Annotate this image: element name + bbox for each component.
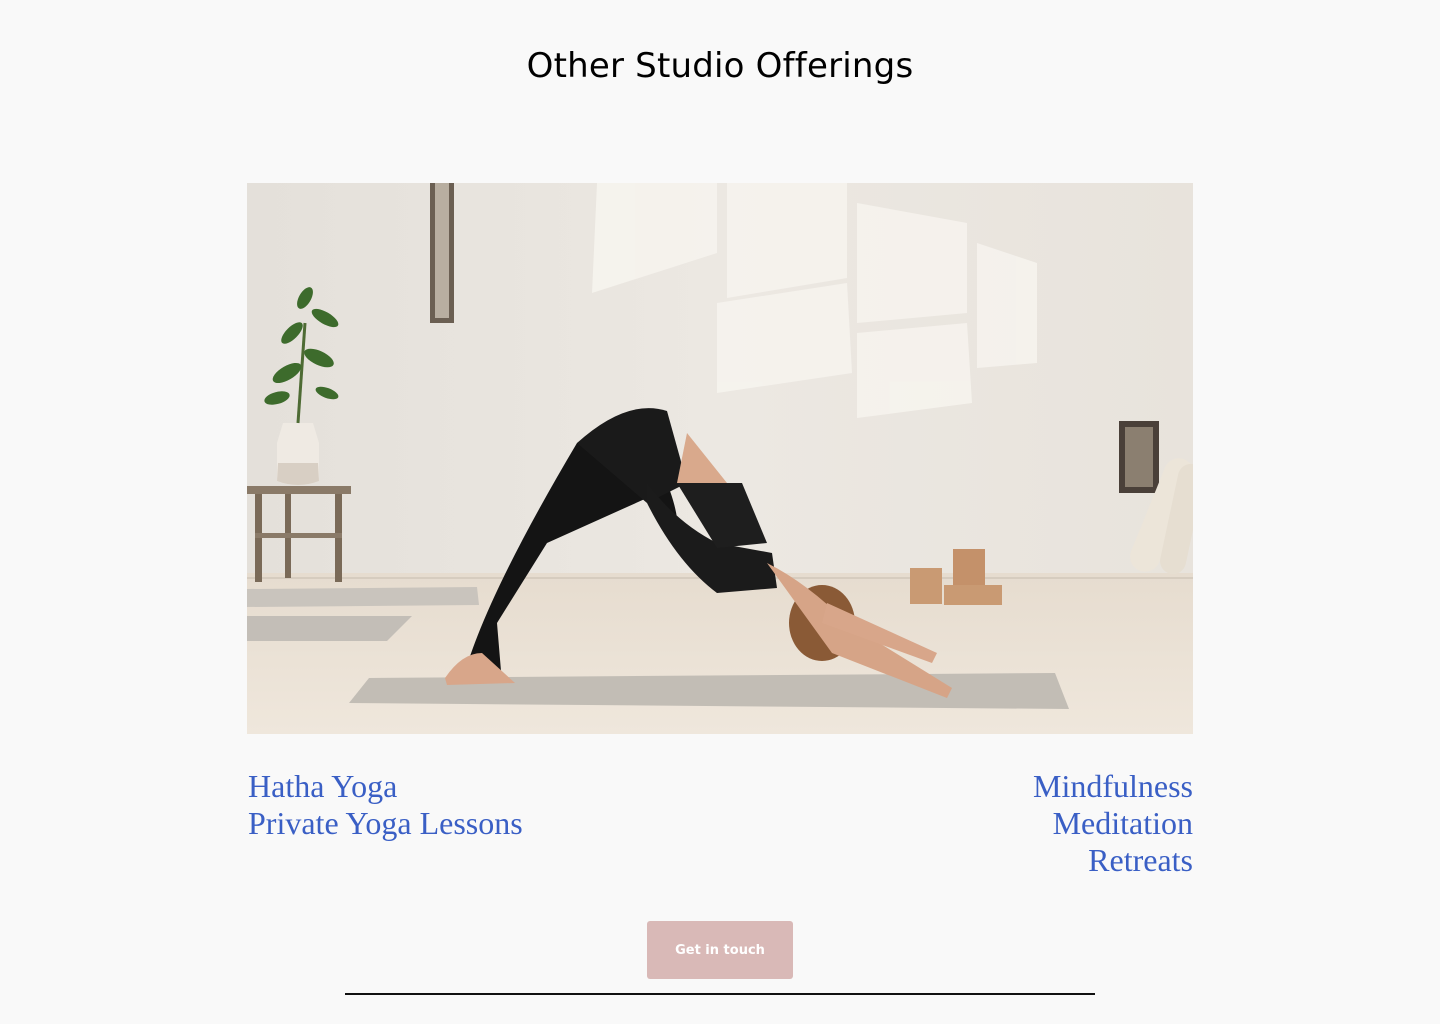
page-title: Other Studio Offerings <box>526 46 914 86</box>
offering-link-retreats[interactable]: Retreats <box>1033 842 1193 879</box>
offerings-left: Hatha Yoga Private Yoga Lessons <box>248 768 523 842</box>
page: Other Studio Offerings Hatha Yoga Privat… <box>0 0 1440 1024</box>
get-in-touch-button[interactable]: Get in touch <box>647 921 793 979</box>
offerings-right: Mindfulness Meditation Retreats <box>1033 768 1193 879</box>
offering-link-mindfulness[interactable]: Mindfulness <box>1033 768 1193 805</box>
offering-link-hatha-yoga[interactable]: Hatha Yoga <box>248 768 523 805</box>
offering-link-meditation[interactable]: Meditation <box>1033 805 1193 842</box>
footer-divider <box>345 993 1095 995</box>
offering-link-private-yoga-lessons[interactable]: Private Yoga Lessons <box>248 805 523 842</box>
hero-image <box>247 183 1193 734</box>
